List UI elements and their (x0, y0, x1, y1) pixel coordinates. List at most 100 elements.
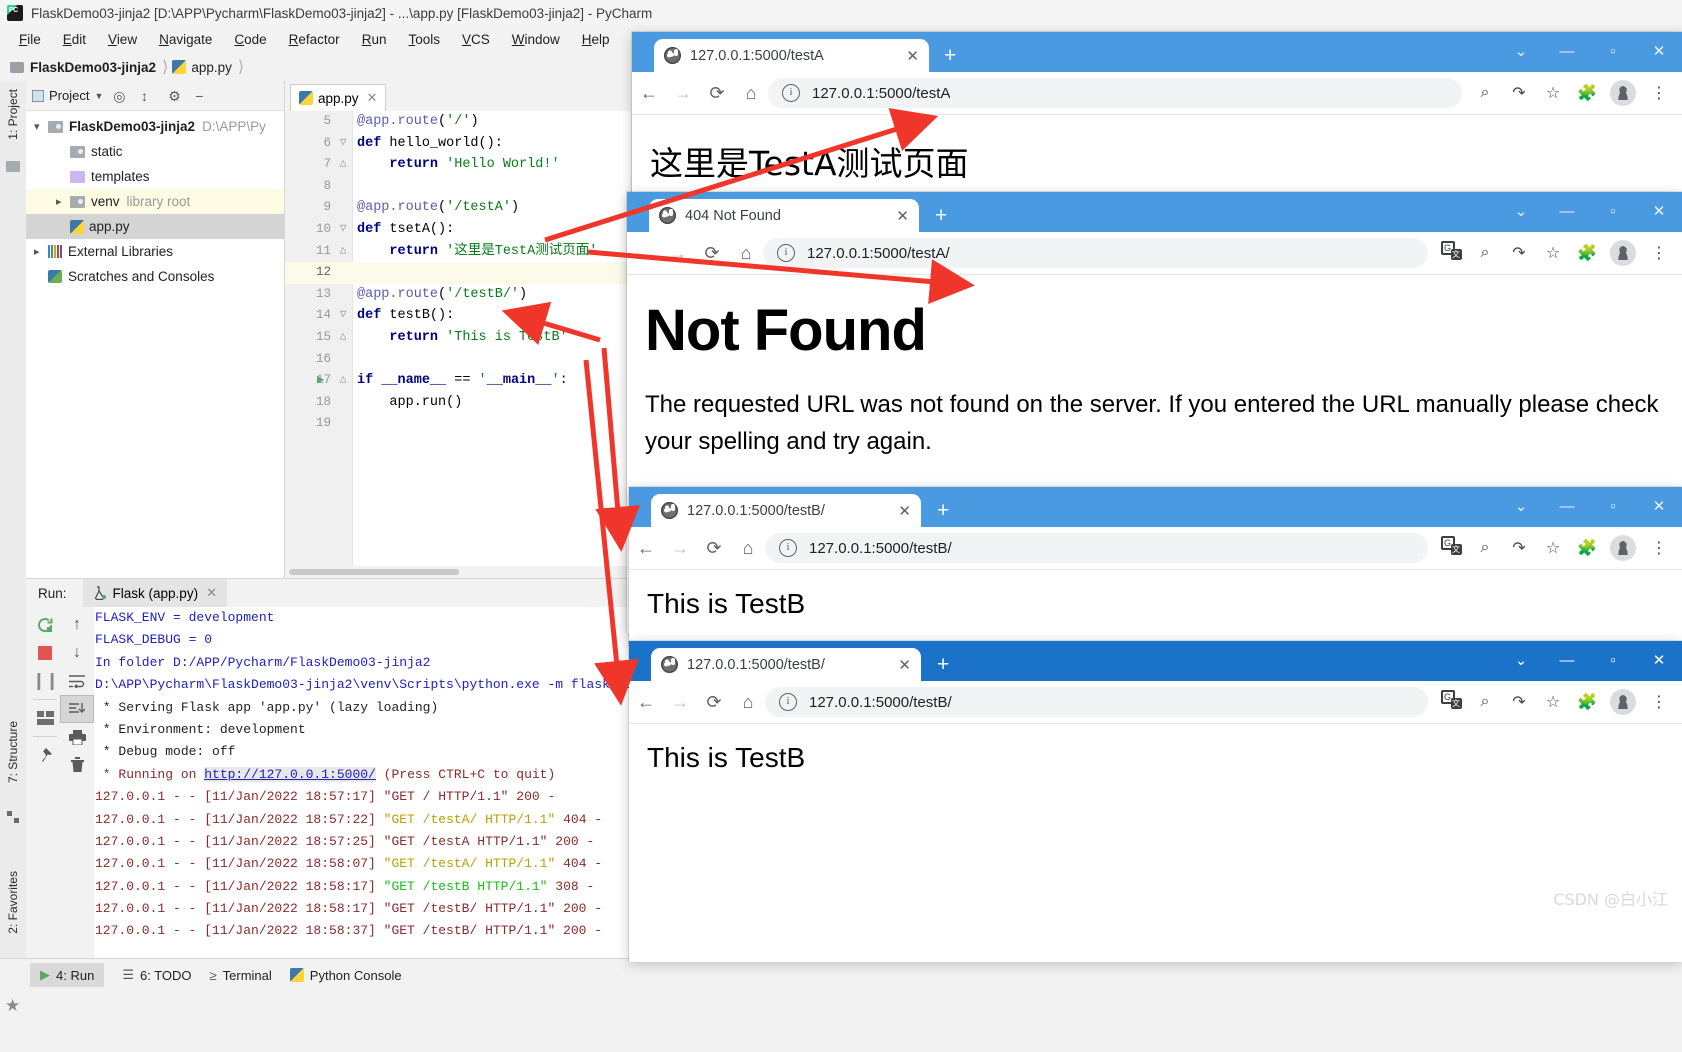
bookmark-star-icon[interactable]: ☆ (1536, 692, 1570, 712)
menu-code[interactable]: Code (223, 30, 277, 49)
browser-tab[interactable]: 127.0.0.1:5000/testB/ ✕ (651, 494, 921, 527)
browser-tab[interactable]: 404 Not Found ✕ (649, 199, 919, 232)
more-menu-icon[interactable]: ⋮ (1642, 243, 1676, 263)
chevron-down-icon[interactable]: ▾ (34, 120, 48, 133)
new-tab-button[interactable]: + (944, 45, 956, 66)
browser-window-testB-1[interactable]: 127.0.0.1:5000/testB/ ✕ + ⌄ — ▫ ✕ ← → ⟳ … (629, 487, 1682, 645)
share-icon[interactable]: ↷ (1502, 538, 1536, 558)
fold-icon[interactable]: ▽ (337, 133, 349, 155)
fold-icon[interactable]: ▽ (337, 219, 349, 241)
chevron-right-icon[interactable]: ▸ (56, 195, 70, 208)
bookmark-star-icon[interactable]: ☆ (1536, 243, 1570, 263)
address-bar[interactable]: i 127.0.0.1:5000/testA (768, 78, 1462, 108)
gear-icon[interactable]: ⚙ (165, 87, 183, 105)
statusbar-6-todo[interactable]: ☰6: TODO (122, 967, 191, 983)
reload-icon[interactable]: ⟳ (695, 243, 729, 264)
menu-window[interactable]: Window (501, 30, 571, 49)
stop-button[interactable] (28, 639, 62, 667)
menu-view[interactable]: View (97, 30, 148, 49)
menu-file[interactable]: File (8, 30, 52, 49)
close-icon[interactable]: ✕ (892, 47, 919, 65)
menu-refactor[interactable]: Refactor (278, 30, 351, 49)
close-icon[interactable]: ✕ (1636, 487, 1682, 527)
home-icon[interactable]: ⌂ (731, 538, 765, 559)
fold-icon[interactable]: △ (337, 241, 349, 263)
avatar[interactable] (1610, 80, 1636, 106)
more-menu-icon[interactable]: ⋮ (1642, 538, 1676, 558)
tree-item-templates[interactable]: templates (26, 164, 284, 189)
close-icon[interactable]: ✕ (1636, 192, 1682, 232)
share-icon[interactable]: ↷ (1502, 243, 1536, 263)
address-bar[interactable]: i 127.0.0.1:5000/testB/ (765, 533, 1428, 563)
chevron-right-icon[interactable]: ▸ (34, 245, 48, 258)
tree-item-static[interactable]: static (26, 139, 284, 164)
back-icon[interactable]: ← (629, 538, 663, 559)
statusbar-terminal[interactable]: ≥Terminal (210, 968, 272, 983)
print-icon[interactable] (60, 723, 94, 751)
minimize-icon[interactable]: — (1544, 32, 1590, 72)
close-icon[interactable]: ✕ (884, 656, 911, 674)
reload-icon[interactable]: ⟳ (697, 538, 731, 559)
menu-navigate[interactable]: Navigate (148, 30, 223, 49)
collapse-icon[interactable]: ⌄ (1498, 192, 1544, 232)
share-icon[interactable]: ↷ (1502, 83, 1536, 103)
collapse-icon[interactable]: ⌄ (1498, 487, 1544, 527)
fold-icon[interactable]: △ (337, 327, 349, 349)
sidebar-item-project[interactable]: 1: Project (6, 89, 20, 140)
site-info-icon[interactable]: i (782, 84, 800, 102)
sidebar-item-favorites[interactable]: 2: Favorites (6, 871, 20, 934)
server-url-link[interactable]: http://127.0.0.1:5000/ (204, 767, 376, 782)
extensions-puzzle-icon[interactable]: 🧩 (1570, 692, 1604, 712)
layout-button[interactable] (28, 704, 62, 732)
menu-tools[interactable]: Tools (397, 30, 451, 49)
chevron-down-icon[interactable]: ▼ (94, 91, 103, 101)
statusbar-4-run[interactable]: ▶4: Run (30, 963, 104, 987)
bookmark-star-icon[interactable]: ☆ (1536, 538, 1570, 558)
close-icon[interactable]: ✕ (1636, 641, 1682, 681)
locate-icon[interactable]: ◎ (110, 87, 128, 105)
maximize-icon[interactable]: ▫ (1590, 192, 1636, 232)
zoom-icon[interactable]: ⌕ (1468, 693, 1502, 711)
close-icon[interactable]: ✕ (882, 207, 909, 225)
fold-icon[interactable]: △ (337, 154, 349, 176)
tree-item-external-libraries[interactable]: ▸External Libraries (26, 239, 284, 264)
minimize-icon[interactable]: — (1544, 487, 1590, 527)
new-tab-button[interactable]: + (937, 500, 949, 521)
close-icon[interactable]: ✕ (367, 90, 378, 106)
home-icon[interactable]: ⌂ (734, 83, 768, 104)
home-icon[interactable]: ⌂ (731, 692, 765, 713)
back-icon[interactable]: ← (632, 83, 666, 104)
reload-icon[interactable]: ⟳ (700, 83, 734, 104)
zoom-icon[interactable]: ⌕ (1468, 84, 1502, 102)
statusbar-python-console[interactable]: Python Console (290, 968, 402, 983)
reload-icon[interactable]: ⟳ (697, 692, 731, 713)
more-menu-icon[interactable]: ⋮ (1642, 692, 1676, 712)
down-arrow-icon[interactable]: ↓ (60, 639, 94, 667)
collapse-icon[interactable]: ⌄ (1498, 641, 1544, 681)
scroll-to-end-icon[interactable] (60, 695, 94, 723)
site-info-icon[interactable]: i (777, 244, 795, 262)
trash-icon[interactable] (60, 751, 94, 779)
translate-icon[interactable]: G文 (1434, 690, 1468, 714)
address-bar[interactable]: i 127.0.0.1:5000/testA/ (763, 238, 1428, 268)
menu-help[interactable]: Help (571, 30, 621, 49)
pin-icon[interactable] (28, 741, 62, 769)
sidebar-item-structure[interactable]: 7: Structure (6, 721, 20, 783)
site-info-icon[interactable]: i (779, 693, 797, 711)
hide-icon[interactable]: − (190, 87, 208, 105)
tree-item-flaskdemo03-jinja2[interactable]: ▾FlaskDemo03-jinja2D:\APP\Py (26, 114, 284, 139)
home-icon[interactable]: ⌂ (729, 243, 763, 264)
maximize-icon[interactable]: ▫ (1590, 487, 1636, 527)
minimize-icon[interactable]: — (1544, 192, 1590, 232)
more-menu-icon[interactable]: ⋮ (1642, 83, 1676, 103)
breadcrumb-file[interactable]: app.py (191, 60, 232, 75)
extensions-puzzle-icon[interactable]: 🧩 (1570, 243, 1604, 263)
translate-icon[interactable]: G文 (1434, 241, 1468, 265)
tree-item-scratches-and-consoles[interactable]: Scratches and Consoles (26, 264, 284, 289)
zoom-icon[interactable]: ⌕ (1468, 539, 1502, 557)
close-icon[interactable]: ✕ (884, 502, 911, 520)
project-panel-title[interactable]: Project (49, 88, 89, 103)
run-console-output[interactable]: FLASK_ENV = developmentFLASK_DEBUG = 0In… (95, 607, 630, 959)
pause-button[interactable]: ❙❙ (28, 667, 62, 695)
new-tab-button[interactable]: + (937, 654, 949, 675)
